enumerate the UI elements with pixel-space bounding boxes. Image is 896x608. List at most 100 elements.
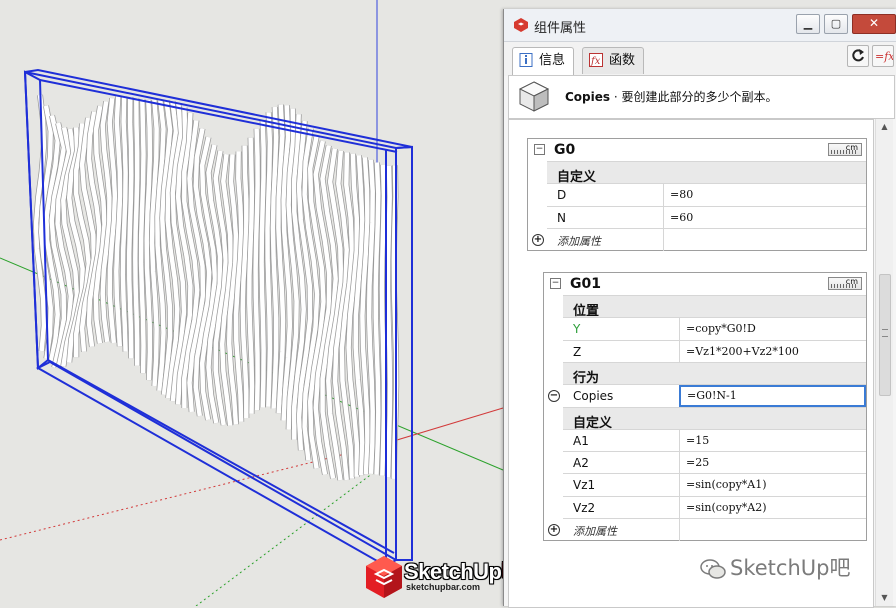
wave-slat[interactable] xyxy=(138,99,146,374)
attribute-name: Copies xyxy=(573,389,614,404)
wave-slat[interactable] xyxy=(133,98,140,366)
logo-brand-main: SketchUp xyxy=(404,559,502,584)
svg-text:=fx: =fx xyxy=(875,50,893,63)
entity-header: − G01 cm xyxy=(544,273,866,295)
attribute-info-bar: Copies · 要创建此部分的多少个副本。 xyxy=(508,75,895,119)
wave-slat[interactable] xyxy=(120,96,128,352)
entity-name: G01 xyxy=(570,276,601,292)
units-ruler-icon[interactable]: cm xyxy=(828,143,862,156)
attribute-formula-field[interactable] xyxy=(663,228,866,251)
green-axis-negative xyxy=(195,469,378,606)
attribute-name: 行为 xyxy=(573,370,600,386)
attribute-row-vz2[interactable]: Vz2 =sin(copy*A2) xyxy=(563,495,866,519)
attribute-name: Vz2 xyxy=(573,500,596,515)
attribute-formula-field[interactable]: =80 xyxy=(663,184,866,207)
add-attribute-row[interactable]: 添加属性 + xyxy=(548,518,866,541)
formula-icon: =fx xyxy=(875,50,895,63)
vertical-scrollbar[interactable]: ▲ ▼ xyxy=(875,119,893,606)
entity-name: G0 xyxy=(554,142,576,158)
attribute-formula-field[interactable]: =G0!N-1 xyxy=(679,385,866,408)
entity-card-g01: − G01 cm 位置 Y =copy*G0!D Z =Vz1*200+Vz2*100 行为 Co… xyxy=(543,272,867,542)
attribute-formula-field[interactable]: =sin(copy*A2) xyxy=(679,496,866,519)
remove-attribute-icon[interactable]: − xyxy=(548,390,560,403)
attribute-formula-field[interactable]: =15 xyxy=(679,429,866,452)
watermark-text: SketchUp吧 xyxy=(730,556,851,580)
attribute-description-name: Copies xyxy=(565,90,611,104)
attribute-name: Z xyxy=(573,344,582,359)
tab-info-label: 信息 xyxy=(539,53,566,68)
sketchup-app-icon xyxy=(514,18,528,32)
refresh-button[interactable] xyxy=(847,45,869,67)
attribute-row-n[interactable]: N =60 xyxy=(547,205,866,229)
attribute-row-y[interactable]: Y =copy*G0!D xyxy=(563,317,866,341)
collapse-toggle-icon[interactable]: − xyxy=(534,144,545,155)
attributes-panel[interactable]: − G0 cm 自定义 D =80 N =60 添加属性 + − G01 cm 位置 Y =copy*G0!D… xyxy=(508,119,874,608)
attribute-name: 自定义 xyxy=(573,415,613,431)
attribute-row-a2[interactable]: A2 =25 xyxy=(563,451,866,475)
attribute-row-d[interactable]: D =80 xyxy=(547,183,866,207)
attribute-name: 自定义 xyxy=(557,170,597,185)
attribute-formula-field[interactable]: =Vz1*200+Vz2*100 xyxy=(679,340,866,363)
close-button[interactable]: ✕ xyxy=(852,14,896,34)
wave-slat[interactable] xyxy=(259,119,266,408)
logo-cube-icon xyxy=(366,556,402,598)
attribute-row-a1[interactable]: A1 =15 xyxy=(563,428,866,452)
wave-slat[interactable] xyxy=(385,165,393,478)
wave-slat[interactable] xyxy=(247,137,255,414)
scroll-up-arrow-icon[interactable]: ▲ xyxy=(876,119,893,135)
attribute-name: D xyxy=(557,188,567,203)
entity-header: − G0 cm xyxy=(528,139,866,161)
section-header: 自定义 xyxy=(563,406,866,431)
attribute-name: N xyxy=(557,210,566,225)
wave-slat[interactable] xyxy=(253,128,260,411)
attribute-row-copies[interactable]: Copies =G0!N-1 − xyxy=(548,384,866,408)
dialog-titlebar[interactable]: 组件属性 ▁ ▢ ✕ xyxy=(504,9,896,42)
attribute-name: Vz1 xyxy=(573,478,596,493)
attribute-name: 添加属性 xyxy=(573,525,617,538)
info-icon xyxy=(519,53,533,67)
maximize-button[interactable]: ▢ xyxy=(824,14,848,34)
wave-slat[interactable] xyxy=(265,112,273,407)
dialog-title: 组件属性 xyxy=(534,21,587,36)
section-header: 位置 xyxy=(563,295,866,319)
wave-slat[interactable] xyxy=(114,96,123,347)
collapse-toggle-icon[interactable]: − xyxy=(550,278,561,289)
component-attributes-dialog: 组件属性 ▁ ▢ ✕ 信息 fx 函数 =fx Copies · 要创建此部分的… xyxy=(503,9,896,608)
attribute-row-z[interactable]: Z =Vz1*200+Vz2*100 xyxy=(563,339,866,363)
wave-slat[interactable] xyxy=(379,164,387,476)
scroll-down-arrow-icon[interactable]: ▼ xyxy=(876,590,893,606)
logo-site-url: sketchupbar.com xyxy=(406,582,481,592)
tab-functions-label: 函数 xyxy=(609,53,636,68)
attribute-formula-field[interactable]: =sin(copy*A1) xyxy=(679,474,866,497)
svg-text:fx: fx xyxy=(590,56,601,67)
attribute-formula-field[interactable]: =copy*G0!D xyxy=(679,318,866,341)
units-ruler-icon[interactable]: cm xyxy=(828,277,862,290)
add-attribute-row[interactable]: 添加属性 + xyxy=(532,227,866,251)
toggle-formula-view-button[interactable]: =fx xyxy=(872,45,895,67)
add-attribute-icon[interactable]: + xyxy=(548,524,560,536)
add-attribute-icon[interactable]: + xyxy=(532,233,544,246)
attribute-description: Copies · 要创建此部分的多少个副本。 xyxy=(565,88,778,105)
scrollbar-thumb[interactable] xyxy=(879,274,891,396)
wave-slat-group[interactable] xyxy=(33,94,400,481)
dialog-tab-bar: 信息 fx 函数 =fx xyxy=(504,42,896,76)
attribute-formula-field[interactable]: =60 xyxy=(663,206,866,229)
wave-slat[interactable] xyxy=(281,105,293,421)
function-icon: fx xyxy=(589,53,603,67)
section-header: 行为 xyxy=(563,361,866,386)
wave-slat[interactable] xyxy=(126,96,134,359)
attribute-formula-field[interactable]: =25 xyxy=(679,452,866,475)
tab-info[interactable]: 信息 xyxy=(512,47,575,75)
attribute-name: Y xyxy=(573,322,581,337)
tab-functions[interactable]: fx 函数 xyxy=(582,47,645,74)
wechat-watermark: SketchUp吧 xyxy=(700,552,850,582)
wave-slat[interactable] xyxy=(373,162,381,475)
minimize-button[interactable]: ▁ xyxy=(796,14,820,34)
attribute-formula-field[interactable] xyxy=(679,519,866,541)
wechat-icon xyxy=(700,559,726,579)
attribute-name: 添加属性 xyxy=(557,234,601,248)
refresh-icon xyxy=(852,49,864,62)
attribute-row-vz1[interactable]: Vz1 =sin(copy*A1) xyxy=(563,473,866,497)
attribute-description-text: · 要创建此部分的多少个副本。 xyxy=(610,90,778,104)
attribute-name: 位置 xyxy=(573,304,600,319)
